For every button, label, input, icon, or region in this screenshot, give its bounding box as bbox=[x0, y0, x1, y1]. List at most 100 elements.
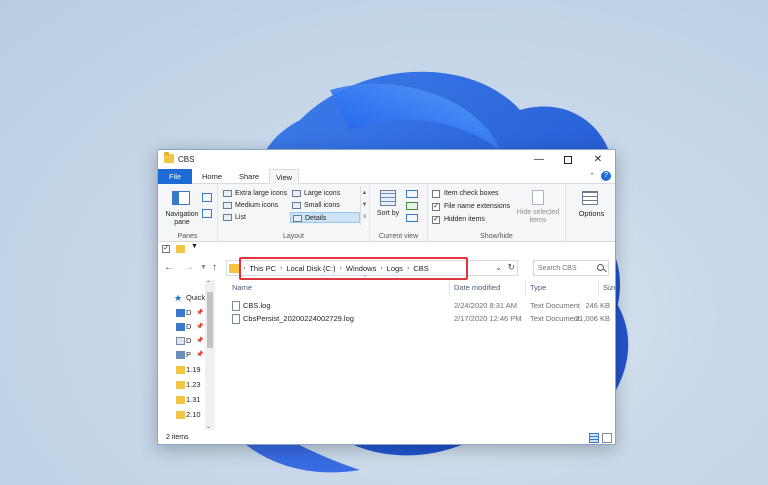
nav-item-documents[interactable]: D 📌 bbox=[172, 335, 203, 347]
column-header-name[interactable]: Name bbox=[228, 280, 450, 296]
small-icons-icon bbox=[292, 202, 301, 209]
qat-properties-icon[interactable]: ✓ bbox=[162, 245, 170, 253]
navigation-pane-button[interactable]: Navigation pane bbox=[162, 211, 202, 227]
sort-by-button[interactable]: Sort by bbox=[374, 210, 402, 218]
details-pane-icon[interactable] bbox=[202, 209, 212, 218]
column-header-size[interactable]: Size bbox=[599, 280, 615, 296]
forward-button[interactable]: → bbox=[184, 262, 194, 273]
group-label-panes: Panes bbox=[177, 233, 198, 240]
file-name-extensions-checkbox[interactable]: ✓ bbox=[432, 203, 440, 211]
nav-item-label: D bbox=[186, 308, 192, 317]
tab-view[interactable]: View bbox=[269, 169, 299, 185]
file-date: 2/24/2020 8:31 AM bbox=[454, 301, 517, 310]
add-columns-icon[interactable] bbox=[406, 202, 418, 210]
large-icons-icon bbox=[292, 190, 301, 197]
up-button[interactable]: ↑ bbox=[212, 262, 217, 273]
nav-quick-access[interactable]: ★ Quick bbox=[160, 292, 205, 304]
address-bar-row: ← → ▼ ↑ › This PC › Local Disk (C:) › Wi… bbox=[158, 256, 615, 280]
search-input[interactable] bbox=[538, 263, 594, 274]
nav-item-folder[interactable]: 1.31 bbox=[172, 394, 201, 406]
details-view-button[interactable] bbox=[589, 433, 599, 443]
nav-item-label: P bbox=[186, 350, 192, 359]
file-size: 246 KB bbox=[585, 301, 610, 310]
layout-large-icons[interactable]: Large icons bbox=[290, 188, 358, 199]
chevron-down-icon[interactable]: ⌄ bbox=[495, 263, 502, 272]
nav-item-folder[interactable]: 1.23 bbox=[172, 379, 201, 391]
file-name: CBS.log bbox=[243, 301, 271, 310]
folder-icon bbox=[164, 152, 174, 163]
qat-new-folder-icon[interactable] bbox=[176, 245, 185, 253]
recent-locations-button[interactable]: ▼ bbox=[200, 264, 207, 271]
nav-item-desktop[interactable]: D 📌 bbox=[172, 307, 203, 319]
title-bar[interactable]: CBS — ✕ bbox=[158, 150, 615, 169]
ribbon-tabs: File Home Share View ⌃ ? bbox=[158, 169, 615, 185]
medium-icons-icon bbox=[223, 202, 232, 209]
collapse-ribbon-icon[interactable]: ⌃ bbox=[589, 172, 595, 180]
column-header-date[interactable]: Date modified bbox=[450, 280, 526, 296]
group-options: Options bbox=[566, 184, 615, 242]
text-document-icon bbox=[232, 314, 240, 324]
layout-medium-icons[interactable]: Medium icons bbox=[221, 200, 289, 211]
nav-item-label: 1.23 bbox=[186, 380, 201, 389]
item-count: 2 items bbox=[166, 434, 189, 441]
maximize-icon bbox=[564, 155, 572, 164]
quick-access-toolbar: ✓ ▼ bbox=[158, 242, 615, 256]
status-bar: 2 items bbox=[158, 430, 615, 444]
hidden-items-label: Hidden items bbox=[444, 216, 485, 223]
tab-file[interactable]: File bbox=[158, 169, 192, 184]
tab-share[interactable]: Share bbox=[232, 169, 266, 184]
group-by-icon[interactable] bbox=[406, 190, 418, 198]
sort-by-icon[interactable] bbox=[380, 190, 396, 206]
layout-label: Medium icons bbox=[235, 202, 279, 209]
navigation-pane: ★ Quick D 📌 D 📌 D 📌 P 📌 1.19 1.23 1.31 2.10 … bbox=[158, 280, 216, 430]
file-row[interactable]: CBS.log 2/24/2020 8:31 AM Text Document … bbox=[228, 299, 610, 312]
qat-customize-icon[interactable]: ▼ bbox=[191, 243, 198, 250]
large-icons-view-button[interactable] bbox=[602, 433, 612, 443]
pictures-icon bbox=[176, 351, 185, 359]
file-row[interactable]: CbsPersist_20200224002729.log 2/17/2020 … bbox=[228, 312, 610, 325]
text-document-icon bbox=[232, 301, 240, 311]
nav-item-label: 1.31 bbox=[186, 395, 201, 404]
window-title: CBS bbox=[178, 155, 195, 164]
close-button[interactable]: ✕ bbox=[584, 150, 612, 169]
address-bar[interactable]: › This PC › Local Disk (C:) › Windows › … bbox=[226, 257, 518, 280]
options-button[interactable]: Options bbox=[566, 209, 615, 218]
nav-item-pictures[interactable]: P 📌 bbox=[172, 349, 203, 361]
navigation-pane-icon[interactable] bbox=[172, 191, 190, 205]
help-button[interactable]: ? bbox=[601, 171, 611, 181]
options-icon[interactable] bbox=[582, 191, 598, 205]
folder-icon bbox=[176, 366, 185, 374]
nav-item-folder[interactable]: 2.10 bbox=[172, 409, 201, 421]
back-button[interactable]: ← bbox=[164, 262, 174, 273]
size-columns-icon[interactable] bbox=[406, 214, 418, 222]
layout-list[interactable]: List bbox=[221, 212, 289, 223]
search-box[interactable] bbox=[533, 260, 609, 276]
layout-label: Large icons bbox=[304, 190, 341, 197]
layout-gallery-scroll[interactable]: ▲ ▼ ≡ bbox=[360, 187, 368, 225]
nav-item-label: 2.10 bbox=[186, 410, 201, 419]
item-check-boxes-checkbox[interactable] bbox=[432, 190, 440, 198]
refresh-icon[interactable]: ↻ bbox=[507, 262, 515, 273]
nav-item-folder[interactable]: 1.19 bbox=[172, 364, 201, 376]
folder-icon bbox=[176, 411, 185, 419]
scroll-up-icon[interactable]: ⌃ bbox=[206, 280, 211, 287]
nav-pane-scrollbar[interactable]: ⌃ ⌄ bbox=[205, 280, 215, 430]
layout-small-icons[interactable]: Small icons bbox=[290, 200, 358, 211]
hidden-items-checkbox[interactable]: ✓ bbox=[432, 216, 440, 224]
group-current-view: Sort by Current view bbox=[370, 184, 428, 242]
file-name-extensions-label: File name extensions bbox=[444, 203, 511, 210]
column-header-type[interactable]: Type bbox=[526, 280, 599, 296]
layout-extra-large-icons[interactable]: Extra large icons bbox=[221, 188, 289, 199]
group-label-show-hide: Show/hide bbox=[480, 233, 513, 240]
folder-icon bbox=[229, 264, 239, 273]
minimize-button[interactable]: — bbox=[525, 150, 553, 169]
maximize-button[interactable] bbox=[554, 150, 582, 169]
scroll-thumb[interactable] bbox=[207, 292, 213, 348]
preview-pane-icon[interactable] bbox=[202, 193, 212, 202]
scroll-down-icon[interactable]: ⌄ bbox=[206, 423, 211, 430]
tab-home[interactable]: Home bbox=[196, 169, 228, 184]
layout-details[interactable]: Details bbox=[290, 212, 360, 223]
nav-item-label: 1.19 bbox=[186, 365, 201, 374]
group-layout: Extra large icons Large icons Medium ico… bbox=[218, 184, 370, 242]
nav-item-downloads[interactable]: D 📌 bbox=[172, 321, 203, 333]
